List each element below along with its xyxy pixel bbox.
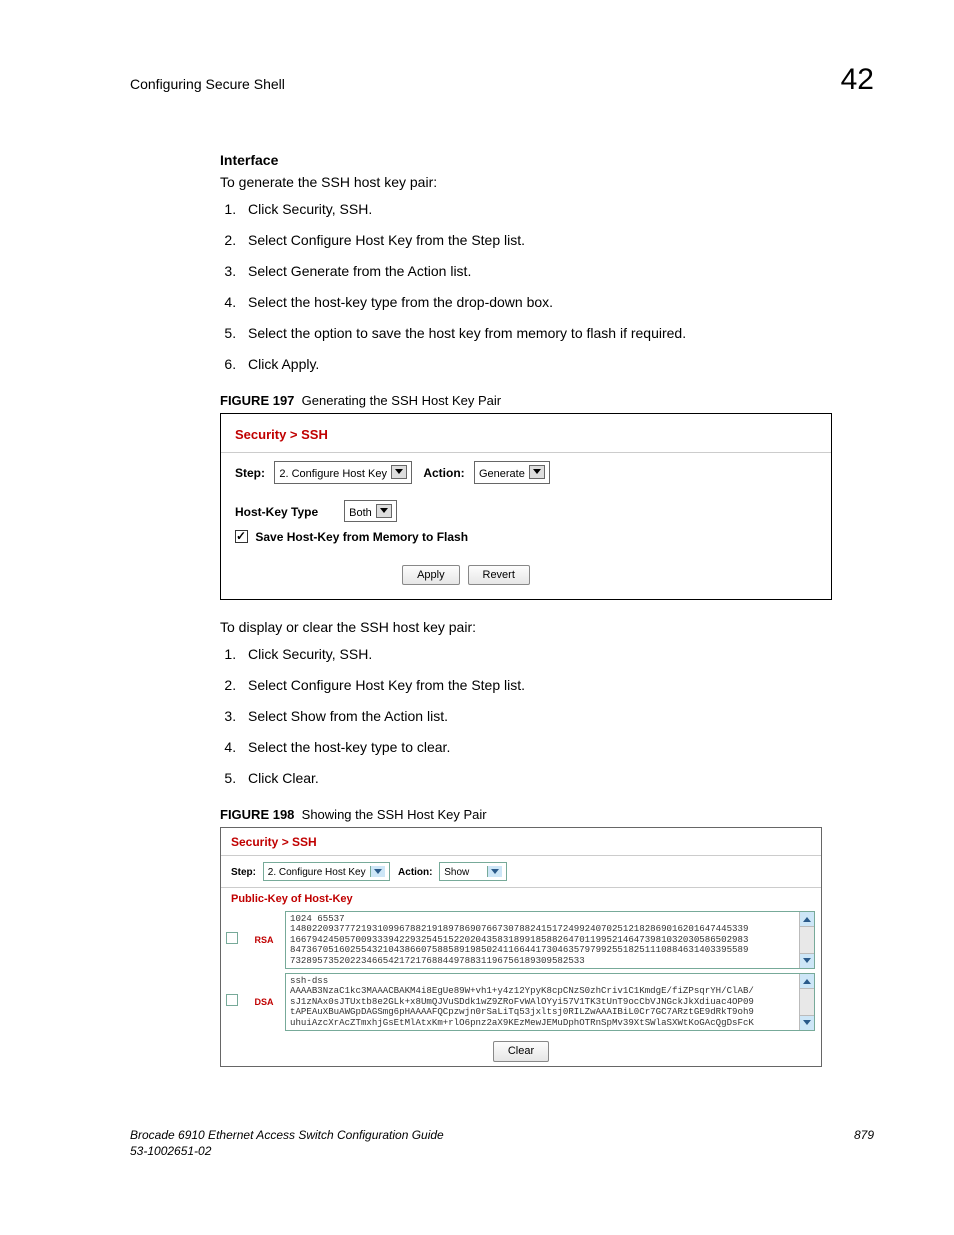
hostkey-type-dropdown[interactable]: Both — [344, 500, 397, 523]
action-dropdown[interactable]: Generate — [474, 461, 550, 484]
step-label: Step: — [231, 867, 256, 878]
chevron-down-icon — [529, 465, 545, 479]
dsa-key-textarea[interactable]: ssh-dss AAAAB3NzaC1kc3MAAACBAKM4i8EgUe89… — [285, 973, 815, 1031]
step-label: Step: — [235, 465, 265, 481]
revert-button[interactable]: Revert — [468, 565, 530, 586]
list-item: Select Show from the Action list. — [240, 707, 874, 726]
scrollbar[interactable] — [799, 974, 814, 1030]
steps-list-1: Click Security, SSH. Select Configure Ho… — [220, 200, 874, 373]
intro-text-2: To display or clear the SSH host key pai… — [220, 618, 874, 637]
list-item: Click Clear. — [240, 769, 874, 788]
list-item: Click Apply. — [240, 355, 874, 374]
chevron-down-icon — [487, 866, 502, 877]
scroll-up-icon[interactable] — [800, 974, 814, 989]
intro-text-1: To generate the SSH host key pair: — [220, 173, 874, 192]
figure-197-panel: Security > SSH Step: 2. Configure Host K… — [220, 413, 832, 600]
figure-198-label: FIGURE 198 Showing the SSH Host Key Pair — [220, 806, 874, 824]
list-item: Select Generate from the Action list. — [240, 262, 874, 281]
action-label: Action: — [398, 867, 432, 878]
apply-button[interactable]: Apply — [402, 565, 460, 586]
save-hostkey-checkbox[interactable] — [235, 530, 248, 543]
public-key-heading: Public-Key of Host-Key — [221, 887, 821, 909]
scroll-up-icon[interactable] — [800, 912, 814, 927]
hostkey-type-label: Host-Key Type — [235, 504, 318, 520]
action-label: Action: — [423, 465, 464, 481]
figure-198-panel: Security > SSH Step: 2. Configure Host K… — [220, 827, 822, 1066]
page-header-title: Configuring Secure Shell — [130, 75, 285, 94]
list-item: Select Configure Host Key from the Step … — [240, 676, 874, 695]
rsa-key-textarea[interactable]: 1024 65537 14802209377721931099678821918… — [285, 911, 815, 969]
list-item: Select the host-key type to clear. — [240, 738, 874, 757]
scroll-down-icon[interactable] — [800, 1015, 814, 1030]
breadcrumb: Security > SSH — [221, 414, 831, 453]
step-dropdown[interactable]: 2. Configure Host Key — [263, 862, 390, 882]
footer-doc-title: Brocade 6910 Ethernet Access Switch Conf… — [130, 1127, 444, 1143]
list-item: Click Security, SSH. — [240, 200, 874, 219]
scrollbar[interactable] — [799, 912, 814, 968]
page-number: 879 — [854, 1127, 874, 1159]
steps-list-2: Click Security, SSH. Select Configure Ho… — [220, 645, 874, 787]
dsa-checkbox[interactable] — [226, 994, 238, 1006]
breadcrumb: Security > SSH — [221, 828, 821, 855]
section-heading: Interface — [220, 151, 874, 170]
chevron-down-icon — [376, 504, 392, 518]
list-item: Select the host-key type from the drop-d… — [240, 293, 874, 312]
rsa-checkbox[interactable] — [226, 932, 238, 944]
save-hostkey-label: Save Host-Key from Memory to Flash — [255, 530, 468, 544]
list-item: Select the option to save the host key f… — [240, 324, 874, 343]
chevron-down-icon — [391, 465, 407, 479]
figure-197-label: FIGURE 197 Generating the SSH Host Key P… — [220, 392, 874, 410]
rsa-label: RSA — [243, 909, 285, 971]
clear-button[interactable]: Clear — [493, 1041, 549, 1062]
scroll-down-icon[interactable] — [800, 953, 814, 968]
chapter-number: 42 — [841, 60, 874, 101]
list-item: Select Configure Host Key from the Step … — [240, 231, 874, 250]
footer-doc-number: 53-1002651-02 — [130, 1143, 444, 1159]
dsa-label: DSA — [243, 971, 285, 1033]
chevron-down-icon — [370, 866, 385, 877]
action-dropdown[interactable]: Show — [439, 862, 507, 882]
list-item: Click Security, SSH. — [240, 645, 874, 664]
step-dropdown[interactable]: 2. Configure Host Key — [274, 461, 412, 484]
